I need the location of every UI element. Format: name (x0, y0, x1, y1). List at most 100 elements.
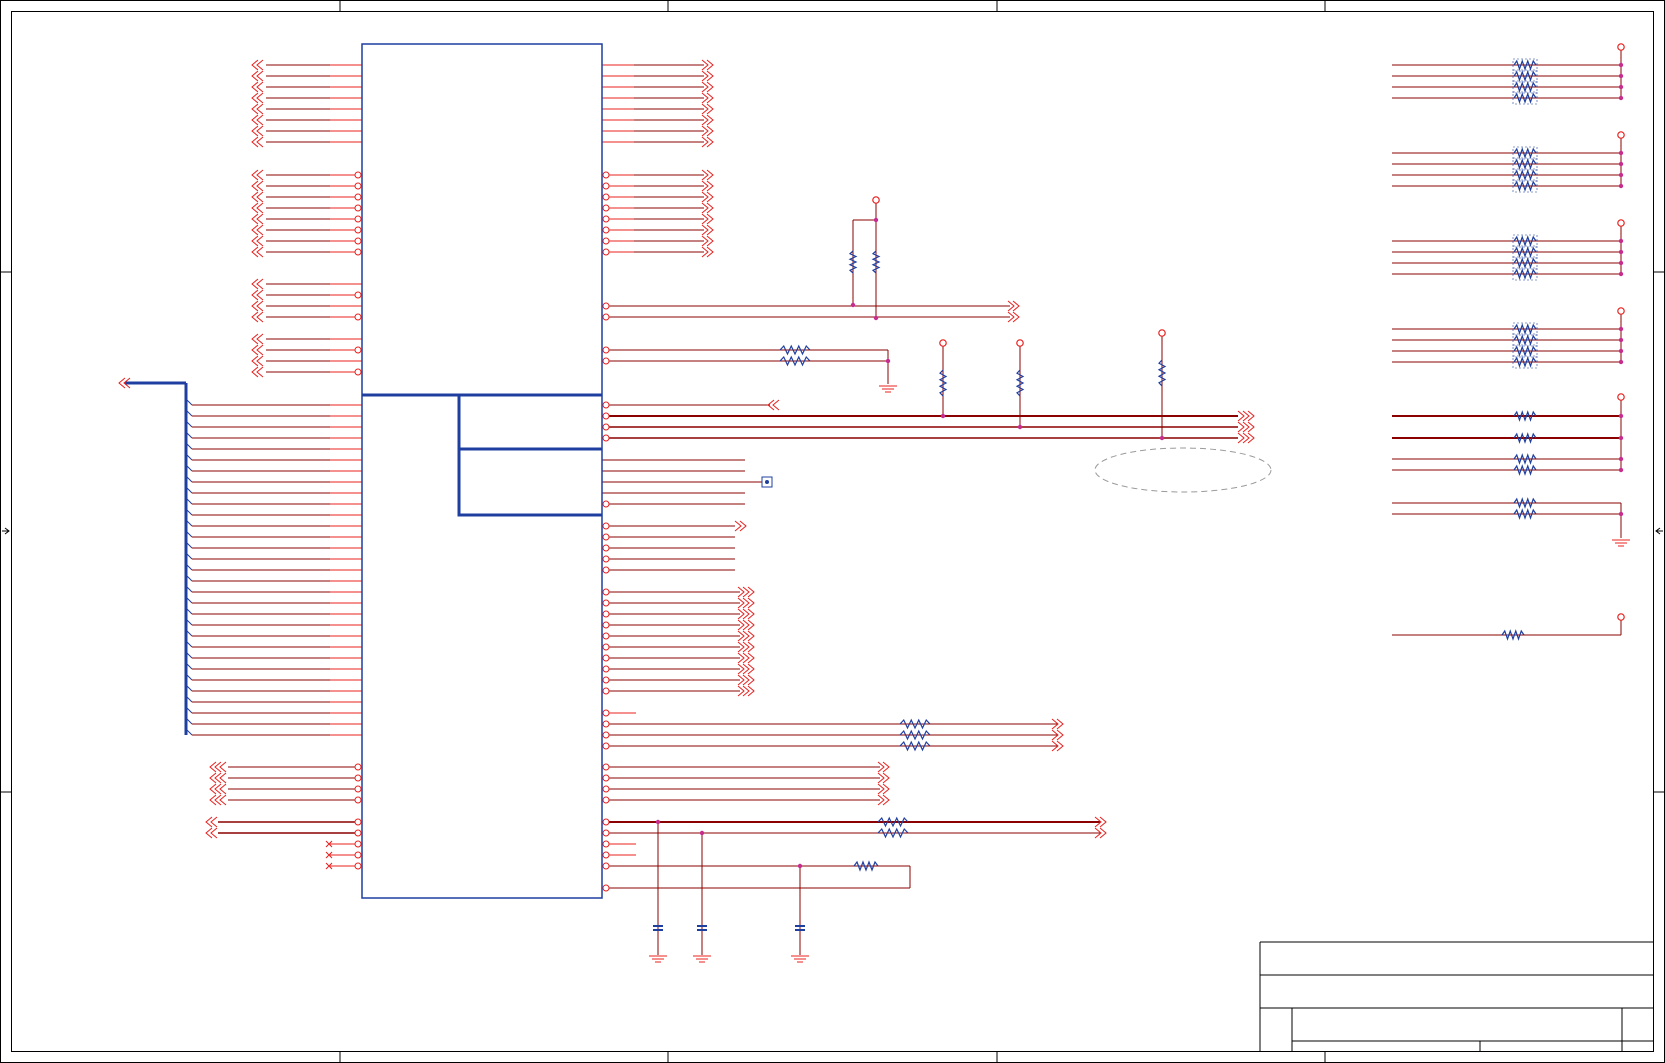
offpage-connector-left (251, 103, 264, 115)
schematic-sheet (0, 0, 1665, 1063)
offpage-connector-right (737, 586, 755, 598)
offpage-connector-left (251, 191, 264, 203)
junction-dot (940, 413, 946, 419)
junction-dot (885, 358, 891, 364)
outer-border (0, 0, 1665, 1063)
pin-circle (602, 434, 610, 442)
pin-circle (354, 840, 362, 848)
junction-dot (1618, 73, 1624, 79)
junction-dot (1618, 150, 1624, 156)
offpage-connector-left (251, 202, 264, 214)
capacitor (653, 929, 663, 931)
pin-circle (602, 851, 610, 859)
junction-dot (1618, 456, 1624, 462)
pin-circle (602, 829, 610, 837)
offpage-connector-left (209, 783, 227, 795)
offpage-connector-left (251, 235, 264, 247)
pin-circle (602, 785, 610, 793)
pin-circle (354, 248, 362, 256)
pin-circle (602, 599, 610, 607)
pin-circle (354, 763, 362, 771)
offpage-connector-left (251, 278, 264, 290)
junction-dot (1618, 84, 1624, 90)
junction-dot (655, 819, 661, 825)
power-port (1617, 307, 1625, 315)
pin-circle (602, 742, 610, 750)
pin-circle (354, 851, 362, 859)
offpage-connector-left (251, 333, 264, 345)
junction-dot (1618, 172, 1624, 178)
offpage-connector-left (251, 246, 264, 258)
pin-circle (602, 818, 610, 826)
pin-circle (354, 368, 362, 376)
pin-circle (602, 720, 610, 728)
junction-dot (1618, 95, 1624, 101)
pin-circle (602, 687, 610, 695)
junction-dot (1618, 467, 1624, 473)
junction-dot (1159, 435, 1165, 441)
offpage-connector-left (205, 827, 218, 839)
capacitor (795, 925, 805, 927)
pin-circle (602, 588, 610, 596)
pin-circle (354, 829, 362, 837)
junction-dot (1618, 271, 1624, 277)
offpage-connector-right (737, 597, 755, 609)
offpage-connector-right (1237, 432, 1255, 444)
offpage-connector-right (737, 641, 755, 653)
offpage-connector-left (251, 169, 264, 181)
junction-dot (1618, 326, 1624, 332)
junction-dot (873, 217, 879, 223)
junction-dot (1618, 62, 1624, 68)
pin-circle (602, 237, 610, 245)
pin-circle (602, 544, 610, 552)
junction-dot (1618, 161, 1624, 167)
offpage-connector-right (737, 630, 755, 642)
junction-dot (797, 863, 803, 869)
arrow-icon (1655, 527, 1663, 535)
offpage-connector-right (737, 608, 755, 620)
power-port (872, 196, 880, 204)
pin-circle (354, 862, 362, 870)
junction-dot (699, 830, 705, 836)
offpage-connector-left (209, 794, 227, 806)
offpage-connector-left (251, 344, 264, 356)
pin-circle (602, 731, 610, 739)
offpage-connector-left (251, 180, 264, 192)
pin-circle (354, 774, 362, 782)
pin-circle (354, 193, 362, 201)
pin-circle (602, 840, 610, 848)
junction-dot (1618, 183, 1624, 189)
pin-circle (602, 610, 610, 618)
junction-dot (1618, 249, 1624, 255)
pin-circle (602, 621, 610, 629)
pin-circle (602, 215, 610, 223)
offpage-connector-left (209, 761, 227, 773)
pin-circle (602, 193, 610, 201)
pin-circle (602, 313, 610, 321)
pin-circle (354, 182, 362, 190)
pin-circle (602, 401, 610, 409)
power-port (1617, 613, 1625, 621)
junction-dot (1618, 238, 1624, 244)
capacitor (697, 925, 707, 927)
sheet-frame (0, 0, 1665, 1063)
offpage-connector-right (737, 663, 755, 675)
pin-circle (602, 654, 610, 662)
offpage-connector-right (737, 685, 755, 697)
offpage-connector-left (251, 366, 264, 378)
pin-circle (602, 796, 610, 804)
power-port (1617, 43, 1625, 51)
pin-circle (354, 291, 362, 299)
test-point (765, 480, 769, 484)
pin-circle (602, 862, 610, 870)
power-port (1016, 339, 1024, 347)
pin-circle (602, 171, 610, 179)
pin-circle (602, 302, 610, 310)
pin-circle (602, 522, 610, 530)
pin-circle (602, 357, 610, 365)
pin-circle (602, 566, 610, 574)
pin-circle (354, 171, 362, 179)
pin-circle (602, 346, 610, 354)
pin-circle (602, 226, 610, 234)
pin-circle (354, 313, 362, 321)
